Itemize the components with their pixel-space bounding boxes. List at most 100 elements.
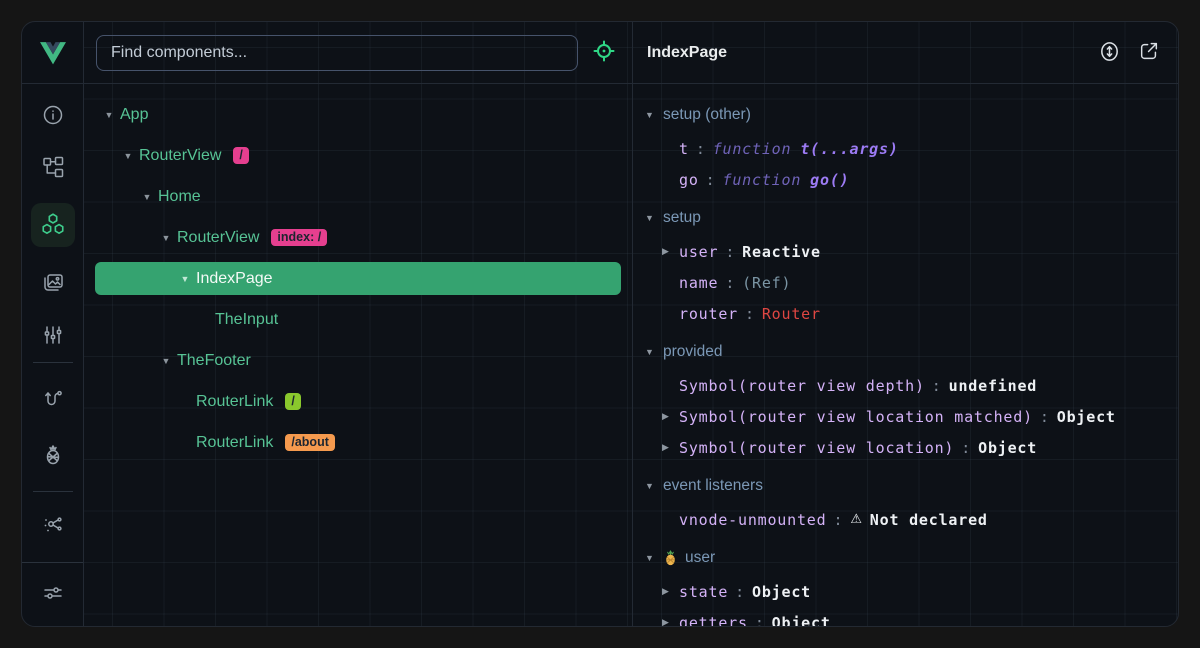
inspector-body: setup (other) t : function t(...args) go… [633,84,1178,626]
sidebar-item-components[interactable] [31,203,75,247]
colon: : [755,614,765,627]
colon: : [932,377,942,395]
component-name: Home [158,188,201,206]
section-provided[interactable]: provided [645,339,1178,365]
chevron-down-icon[interactable] [158,233,174,243]
colon: : [1040,408,1050,426]
chevron-right-icon[interactable] [662,442,679,453]
open-in-editor-button[interactable] [1136,40,1162,66]
scroll-to-component-button[interactable] [1096,40,1122,66]
chevron-down-icon [645,347,663,357]
router-icon [41,387,65,414]
chevron-down-icon [645,553,663,563]
tree-row[interactable]: App [95,98,621,131]
component-name: TheFooter [177,352,251,370]
function-keyword: function [713,140,792,158]
chevron-right-icon[interactable] [662,411,679,422]
function-keyword: function [723,171,802,189]
settings-sliders-icon [41,581,65,608]
section-setup[interactable]: setup [645,205,1178,231]
sidebar-item-pinia[interactable] [33,435,73,475]
state-row-expandable[interactable]: getters : Object [645,607,1178,626]
devtools-window: App RouterView / Home RouterView index: … [21,21,1179,627]
component-name: IndexPage [196,270,273,288]
chevron-down-icon [645,481,663,491]
state-value: Reactive [742,243,821,261]
tree-row-selected[interactable]: IndexPage [95,262,621,295]
activity-bar [22,22,84,626]
info-icon [41,103,65,130]
component-name: RouterLink [196,434,273,452]
component-name: TheInput [215,311,278,329]
sidebar-item-assets[interactable] [33,262,73,302]
colon: : [745,305,755,323]
crosshair-target-icon [592,39,616,66]
chevron-down-icon [645,213,663,223]
colon: : [833,511,843,529]
state-key: go [679,171,699,189]
colon: : [735,583,745,601]
section-label: setup [663,209,701,227]
tree-row[interactable]: RouterLink / [95,385,621,418]
tree-row[interactable]: TheInput [95,303,621,336]
search-input[interactable] [96,35,578,71]
sidebar-item-settings[interactable] [33,575,73,615]
state-row: vnode-unmounted : ⚠ Not declared [645,504,1178,535]
pinia-icon [41,442,65,469]
function-signature: go() [810,171,849,189]
sidebar-item-router[interactable] [33,380,73,420]
sidebar-divider [33,491,73,492]
vertical-arrows-circle-icon [1098,40,1121,66]
state-value: Object [978,439,1037,457]
route-badge: / [285,393,300,410]
sidebar-item-component-tree[interactable] [33,148,73,188]
chevron-down-icon[interactable] [139,192,155,202]
state-value: Not declared [870,511,988,529]
state-key: user [679,243,718,261]
tree-row[interactable]: RouterLink /about [95,426,621,459]
tree-row[interactable]: RouterView / [95,139,621,172]
chevron-down-icon[interactable] [120,151,136,161]
state-row-expandable[interactable]: Symbol(router view location) : Object [645,432,1178,463]
chevron-right-icon[interactable] [662,246,679,257]
component-name: RouterLink [196,393,273,411]
state-key: Symbol(router view depth) [679,377,925,395]
chevron-down-icon[interactable] [177,274,193,284]
chevron-down-icon[interactable] [158,356,174,366]
sidebar-item-graph[interactable] [33,505,73,545]
images-icon [41,269,65,296]
sidebar-bottom [22,562,83,626]
state-key: Symbol(router view location matched) [679,408,1033,426]
inspect-component-button[interactable] [588,37,620,69]
state-key: name [679,274,718,292]
chevron-right-icon[interactable] [662,617,679,626]
state-key: state [679,583,728,601]
state-key: vnode-unmounted [679,511,826,529]
colon: : [706,171,716,189]
tree-row[interactable]: RouterView index: / [95,221,621,254]
section-setup-other[interactable]: setup (other) [645,102,1178,128]
state-value: Object [1057,408,1116,426]
chevron-down-icon[interactable] [101,110,117,120]
state-row: Symbol(router view depth) : undefined [645,370,1178,401]
chevron-right-icon[interactable] [662,586,679,597]
sidebar-divider [33,362,73,363]
state-value: Object [772,614,831,627]
components-icon [40,211,66,240]
tree-row[interactable]: Home [95,180,621,213]
component-name: App [120,106,148,124]
component-name: RouterView [177,229,259,247]
inspector-header-actions [1096,40,1162,66]
pinia-pineapple-icon [663,550,678,566]
component-name: RouterView [139,147,221,165]
section-event-listeners[interactable]: event listeners [645,473,1178,499]
state-row-expandable[interactable]: Symbol(router view location matched) : O… [645,401,1178,432]
state-row-expandable[interactable]: user : Reactive [645,236,1178,267]
route-badge: index: / [271,229,327,246]
colon: : [961,439,971,457]
section-pinia-user[interactable]: user [645,545,1178,571]
sidebar-item-info[interactable] [33,96,73,136]
state-row-expandable[interactable]: state : Object [645,576,1178,607]
tree-row[interactable]: TheFooter [95,344,621,377]
sidebar-item-timeline[interactable] [33,316,73,356]
